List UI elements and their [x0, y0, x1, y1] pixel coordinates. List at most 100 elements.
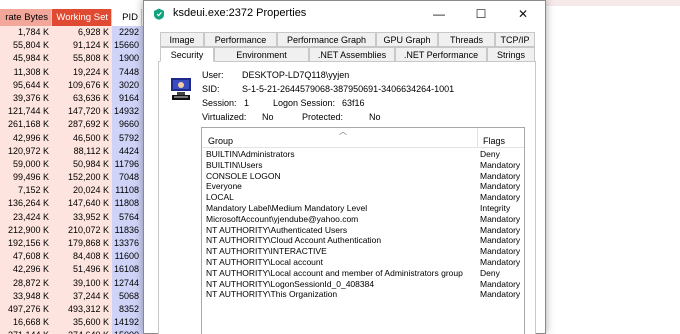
virtualized-label: Virtualized: [202, 112, 247, 122]
window-title: ksdeui.exe:2372 Properties [173, 7, 307, 19]
process-row[interactable]: 11,308 K19,224 K7448G [0, 65, 160, 79]
process-row[interactable]: 45,984 K55,808 K1900G [0, 52, 160, 66]
group-row[interactable]: NT AUTHORITY\This Organization Mandatory [202, 289, 524, 300]
close-button[interactable]: ✕ [502, 1, 544, 27]
process-row[interactable]: 28,872 K39,100 K12744G [0, 276, 160, 290]
tab-security[interactable]: Security [160, 47, 214, 62]
process-row[interactable]: 120,972 K88,112 K4424G [0, 144, 160, 158]
column-pid[interactable]: PID [112, 9, 142, 26]
process-row[interactable]: 121,744 K147,720 K14932G [0, 105, 160, 119]
group-flags: Mandatory [480, 235, 521, 246]
private-bytes-cell: 497,276 K [0, 302, 52, 317]
pid-cell: 11796 [112, 157, 142, 172]
working-set-cell: 19,224 K [52, 65, 112, 79]
tab-threads[interactable]: Threads [438, 32, 495, 47]
group-name: CONSOLE LOGON [206, 170, 281, 181]
process-row[interactable]: 42,996 K46,500 K5792G [0, 131, 160, 145]
process-row[interactable]: 55,804 K91,124 K15660G [0, 39, 160, 53]
working-set-cell: 6,928 K [52, 26, 112, 40]
group-name: NT AUTHORITY\INTERACTIVE [206, 246, 327, 257]
tab-net-assemblies[interactable]: .NET Assemblies [309, 47, 395, 62]
group-row[interactable]: NT AUTHORITY\Authenticated Users Mandator… [202, 225, 524, 236]
working-set-cell: 179,868 K [52, 237, 112, 251]
pid-cell: 13376 [112, 237, 142, 251]
process-row[interactable]: 371,144 K374,640 K15000G [0, 329, 160, 334]
column-working-set[interactable]: Working Set [52, 9, 112, 26]
private-bytes-cell: 371,144 K [0, 329, 52, 334]
process-row[interactable]: 212,900 K210,072 K11836G [0, 223, 160, 237]
column-private-bytes[interactable]: rate Bytes [0, 9, 52, 26]
group-row[interactable]: NT AUTHORITY\Local account Mandatory [202, 257, 524, 268]
process-row[interactable]: 7,152 K20,024 K11108G [0, 184, 160, 198]
working-set-cell: 20,024 K [52, 184, 112, 198]
maximize-button[interactable]: ☐ [460, 1, 502, 27]
tab-strings[interactable]: Strings [487, 47, 535, 62]
group-flags: Deny [480, 267, 500, 278]
process-row[interactable]: 59,000 K50,984 K11796G [0, 157, 160, 172]
group-flags: Deny [480, 149, 500, 159]
private-bytes-cell: 45,984 K [0, 52, 52, 66]
process-row[interactable]: 33,948 K37,244 K5068G [0, 289, 160, 303]
private-bytes-cell: 261,168 K [0, 118, 52, 132]
process-row[interactable]: 95,644 K109,676 K3020G [0, 78, 160, 92]
working-set-cell: 51,496 K [52, 263, 112, 277]
session-label: Session: [202, 98, 237, 108]
group-row[interactable]: BUILTIN\Administrators Deny [202, 149, 524, 160]
process-row[interactable]: 192,156 K179,868 K13376G [0, 237, 160, 251]
working-set-cell: 152,200 K [52, 171, 112, 185]
group-row[interactable]: CONSOLE LOGON Mandatory [202, 171, 524, 182]
group-name: LOCAL [206, 192, 234, 203]
private-bytes-cell: 55,804 K [0, 39, 52, 53]
process-row[interactable]: 39,376 K63,636 K9164G [0, 91, 160, 106]
private-bytes-cell: 7,152 K [0, 184, 52, 198]
properties-dialog: ksdeui.exe:2372 Properties — ☐ ✕ Image P… [143, 0, 546, 334]
process-row[interactable]: 42,296 K51,496 K16108G [0, 263, 160, 277]
pid-cell: 15660 [112, 39, 142, 53]
pid-cell: 7048 [112, 171, 142, 185]
pid-cell: 4424 [112, 144, 142, 158]
tab-tcpip[interactable]: TCP/IP [495, 32, 535, 47]
group-row[interactable]: LOCAL Mandatory [202, 192, 524, 203]
column-group[interactable]: Group [208, 136, 233, 146]
process-row[interactable]: 497,276 K493,312 K8352G [0, 302, 160, 317]
title-bar[interactable]: ksdeui.exe:2372 Properties — ☐ ✕ [144, 1, 545, 27]
tab-performance[interactable]: Performance [204, 32, 277, 47]
minimize-button[interactable]: — [418, 1, 460, 27]
tab-gpu-graph[interactable]: GPU Graph [376, 32, 438, 47]
private-bytes-cell: 23,424 K [0, 210, 52, 224]
working-set-cell: 63,636 K [52, 91, 112, 106]
group-row[interactable]: Mandatory Label\Medium Mandatory Level In… [202, 203, 524, 214]
working-set-cell: 91,124 K [52, 39, 112, 53]
group-row[interactable]: Everyone Mandatory [202, 181, 524, 192]
tab-net-performance[interactable]: .NET Performance [395, 47, 487, 62]
process-row[interactable]: 16,668 K35,600 K14192G [0, 316, 160, 330]
private-bytes-cell: 42,296 K [0, 263, 52, 277]
pid-cell: 11108 [112, 184, 142, 198]
groups-list[interactable]: ︿ Group Flags BUILTIN\Administrators Deny… [201, 127, 525, 334]
column-flags[interactable]: Flags [483, 136, 505, 146]
tab-environment[interactable]: Environment [214, 47, 309, 62]
process-row[interactable]: 47,608 K84,408 K11600G [0, 250, 160, 264]
group-flags: Mandatory [480, 181, 521, 192]
group-row[interactable]: BUILTIN\Users Mandatory [202, 160, 524, 171]
user-value: DESKTOP-LD7Q118\yyjen [242, 70, 350, 80]
pid-cell: 15000 [112, 329, 142, 334]
process-row[interactable]: 261,168 K287,692 K9660G [0, 118, 160, 132]
process-row[interactable]: 1,784 K6,928 K2292G [0, 26, 160, 40]
group-row[interactable]: NT AUTHORITY\LogonSessionId_0_408384 Mand… [202, 279, 524, 290]
pid-cell: 9164 [112, 91, 142, 106]
tab-image[interactable]: Image [160, 32, 204, 47]
group-name: NT AUTHORITY\Cloud Account Authenticatio… [206, 235, 382, 246]
process-row[interactable]: 136,264 K147,640 K11808G [0, 197, 160, 211]
group-row[interactable]: NT AUTHORITY\Local account and member of… [202, 268, 524, 279]
tab-performance-graph[interactable]: Performance Graph [277, 32, 376, 47]
group-row[interactable]: MicrosoftAccount\yjendube@yahoo.com Manda… [202, 214, 524, 225]
process-row[interactable]: 23,424 K33,952 K5764G [0, 210, 160, 224]
working-set-cell: 287,692 K [52, 118, 112, 132]
group-row[interactable]: NT AUTHORITY\INTERACTIVE Mandatory [202, 246, 524, 257]
column-divider[interactable] [477, 128, 478, 148]
private-bytes-cell: 121,744 K [0, 105, 52, 119]
process-list-header: rate Bytes Working Set PID [0, 9, 160, 26]
process-row[interactable]: 99,496 K152,200 K7048G [0, 171, 160, 185]
group-row[interactable]: NT AUTHORITY\Cloud Account Authenticatio… [202, 235, 524, 246]
